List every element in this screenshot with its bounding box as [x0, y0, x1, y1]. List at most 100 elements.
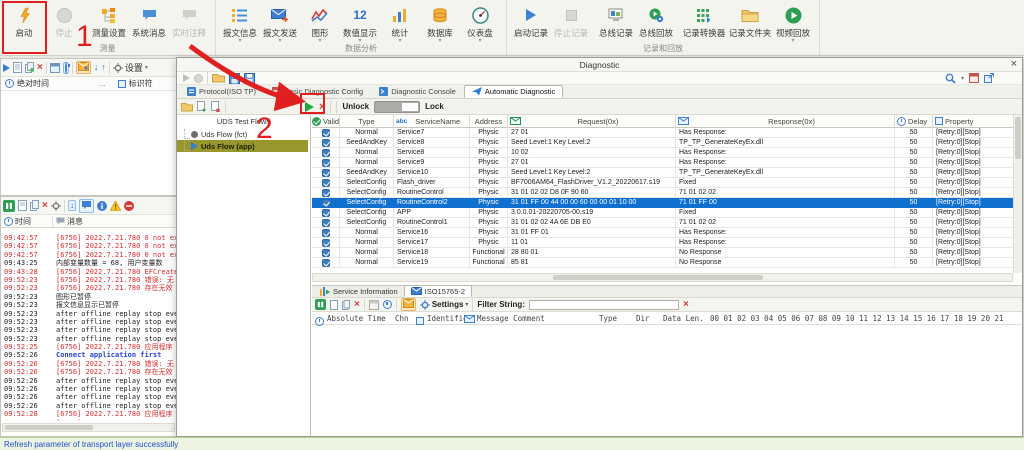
- chevron-down-icon[interactable]: ▾: [961, 75, 964, 82]
- clock-toggle[interactable]: [62, 61, 69, 74]
- stop-record-button[interactable]: 停止记录: [551, 3, 591, 39]
- tab-basic-diagnostic-config[interactable]: Basic Diagnostic Config: [264, 85, 371, 98]
- pin-window-icon[interactable]: [969, 73, 979, 83]
- statistics-button[interactable]: 统计 ▾: [380, 3, 420, 44]
- arrow-up-icon[interactable]: ↑: [101, 63, 106, 72]
- clear-icon[interactable]: ×: [354, 299, 360, 310]
- log-row[interactable]: 09:52:28 [6756] 2022.7.21.780 Connect: [1, 419, 176, 420]
- valid-checkbox[interactable]: [321, 248, 330, 257]
- diagnostic-titlebar[interactable]: Diagnostic ×: [177, 58, 1022, 72]
- log-row[interactable]: 09:52:26 [6756] 2022.7.21.780 存在无效: [1, 368, 176, 376]
- log-row[interactable]: 09:52:26 after offline replay stop eve: [1, 377, 176, 385]
- gauge-button[interactable]: 仪表盘 ▾: [460, 3, 500, 44]
- remove-flow-icon[interactable]: [211, 101, 221, 112]
- save-as-icon[interactable]: [244, 72, 255, 84]
- log-row[interactable]: 09:52:23 [6756] 2022.7.21.780 错误: 无: [1, 276, 176, 284]
- column-property[interactable]: Property: [933, 115, 1022, 128]
- column-request[interactable]: Request(0x): [508, 115, 676, 128]
- clear-icon[interactable]: ×: [42, 200, 48, 211]
- record-converter-button[interactable]: 记录转换器: [681, 3, 727, 39]
- service-row[interactable]: SelectConfig RoutineControl Physic 31 01…: [312, 188, 1022, 198]
- log-row[interactable]: 09:52:25 [6756] 2022.7.21.780 应用程序: [1, 343, 176, 351]
- log-rows[interactable]: 09:42:57 [6756] 2022.7.21.780 0 not ex 0…: [1, 234, 176, 420]
- clear-icon[interactable]: ×: [37, 62, 43, 73]
- graph-button[interactable]: 图形 ▾: [300, 3, 340, 44]
- measure-setup-button[interactable]: 测量设置: [89, 3, 129, 39]
- video-replay-button[interactable]: 视频回放 ▾: [773, 3, 813, 44]
- mail-down-icon[interactable]: [75, 61, 91, 74]
- valid-checkbox[interactable]: [321, 148, 330, 157]
- valid-checkbox[interactable]: [321, 198, 330, 207]
- close-icon[interactable]: ×: [1011, 58, 1017, 71]
- service-row[interactable]: Normal Service18 Functional 28 80 01 No …: [312, 248, 1022, 258]
- column-time[interactable]: 时间: [15, 216, 31, 227]
- tab-diagnostic-console[interactable]: Diagnostic Console: [371, 85, 464, 98]
- window-icon[interactable]: [49, 62, 60, 73]
- valid-checkbox[interactable]: [321, 238, 330, 247]
- copy-icon[interactable]: [30, 200, 39, 211]
- stop-button[interactable]: 停止: [44, 3, 84, 39]
- database-button[interactable]: 数据库 ▾: [420, 3, 460, 44]
- scrollbar-thumb[interactable]: [5, 425, 93, 430]
- log-row[interactable]: 09:52:26 Connect application first: [1, 351, 176, 359]
- log-row[interactable]: 09:52:28 [6756] 2022.7.21.780 应用程序: [1, 410, 176, 418]
- service-row[interactable]: SelectConfig Flash_driver Physic BF7006A…: [312, 178, 1022, 188]
- tab-automatic-diagnostic[interactable]: Automatic Diagnostic: [463, 85, 564, 98]
- log-row[interactable]: 09:43:28 [6756] 2022.7.21.780 EFCreate: [1, 268, 176, 276]
- service-row[interactable]: SelectConfig RoutineControl1 Physic 31 0…: [312, 218, 1022, 228]
- info-icon[interactable]: [97, 200, 108, 211]
- log-horizontal-scrollbar[interactable]: [2, 423, 175, 432]
- valid-checkbox[interactable]: [321, 218, 330, 227]
- filter-input[interactable]: [528, 299, 679, 310]
- column-absolute-time[interactable]: 绝对时间: [17, 78, 49, 89]
- service-row[interactable]: Normal Service19 Functional 85 81 No Res…: [312, 258, 1022, 268]
- column-delay[interactable]: Delay: [895, 115, 933, 128]
- valid-checkbox[interactable]: [321, 188, 330, 197]
- start-record-button[interactable]: 启动记录: [511, 3, 551, 39]
- tree-item-uds-flow-app[interactable]: Uds Flow (app): [177, 140, 308, 152]
- log-row[interactable]: 09:52:26 after offline replay stop eve: [1, 402, 176, 410]
- copy-icon[interactable]: [25, 62, 34, 73]
- system-message-button[interactable]: 系统消息: [129, 3, 169, 39]
- record-folder-button[interactable]: 记录文件夹: [727, 3, 773, 39]
- service-row[interactable]: SelectConfig RoutineControl2 Physic 31 0…: [312, 198, 1022, 208]
- log-row[interactable]: 09:52:23 after offline replay stop eve: [1, 335, 176, 343]
- settings-menu[interactable]: 设置 ▾: [113, 61, 148, 74]
- clear-filter-icon[interactable]: ×: [683, 299, 689, 310]
- service-row[interactable]: Normal Service17 Physic 11 01 Has Respon…: [312, 238, 1022, 248]
- arrow-down-icon[interactable]: ↓: [94, 63, 99, 72]
- gear-icon[interactable]: [51, 200, 61, 211]
- service-row[interactable]: SeedAndKey Service8 Physic Seed Level:1 …: [312, 138, 1022, 148]
- column-servicename[interactable]: abc ServiceName: [394, 115, 470, 128]
- start-button[interactable]: 启动: [4, 3, 44, 39]
- message-info-button[interactable]: 报文信息 ▾: [220, 3, 260, 44]
- run-flow-button[interactable]: [305, 101, 314, 112]
- document-icon[interactable]: [13, 62, 22, 73]
- bus-record-button[interactable]: 总线记录: [596, 3, 636, 39]
- pause-icon[interactable]: [315, 299, 326, 310]
- document-icon[interactable]: [330, 299, 338, 310]
- numeric-display-button[interactable]: 12 数值显示 ▾: [340, 3, 380, 44]
- save-icon[interactable]: [229, 72, 240, 84]
- toggle-knob[interactable]: [402, 102, 419, 111]
- play-icon[interactable]: [3, 63, 10, 72]
- column-valid[interactable]: Valid: [311, 115, 340, 128]
- valid-checkbox[interactable]: [321, 138, 330, 147]
- error-icon[interactable]: [124, 200, 135, 211]
- column-address[interactable]: Address: [470, 115, 508, 128]
- service-row[interactable]: Normal Service7 Physic 27 01 Has Respons…: [312, 128, 1022, 138]
- log-row[interactable]: 09:52:26 [6756] 2022.7.21.780 错误: 无: [1, 360, 176, 368]
- bus-replay-button[interactable]: 总线回放: [636, 3, 676, 39]
- stop-flow-button[interactable]: ×: [319, 101, 325, 112]
- tab-iso15765-2[interactable]: ISO15765-2: [403, 285, 473, 297]
- valid-checkbox[interactable]: [321, 228, 330, 237]
- scrollbar-thumb[interactable]: [553, 275, 763, 280]
- tab-protocol-isotp[interactable]: Protocol(ISO TP): [179, 85, 264, 98]
- record-disabled-icon[interactable]: [194, 73, 203, 83]
- table-horizontal-scrollbar[interactable]: [312, 273, 1013, 282]
- pause-icon[interactable]: [3, 199, 15, 212]
- search-icon[interactable]: [945, 73, 956, 84]
- valid-checkbox[interactable]: [321, 168, 330, 177]
- comment-toggle[interactable]: [79, 198, 95, 213]
- service-row[interactable]: Normal Service16 Physic 31 01 FF 01 Has …: [312, 228, 1022, 238]
